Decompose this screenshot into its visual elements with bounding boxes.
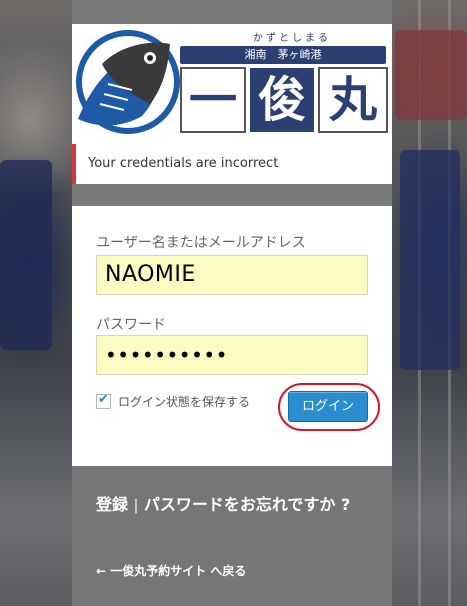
login-form: ユーザー名またはメールアドレス NAOMIE パスワード •••••••••• … [72,206,392,466]
register-link[interactable]: 登録 [96,495,128,514]
password-label: パスワード [96,317,166,333]
logo-char-2: 俊 [257,72,306,128]
background-flag [395,30,467,120]
remember-label: ログイン状態を保存する [118,395,251,409]
background-flag [0,160,52,350]
username-input[interactable]: NAOMIE [96,255,368,295]
login-button[interactable]: ログイン [288,391,368,422]
back-to-site-link[interactable]: ← 一俊丸予約サイト へ戻る [96,562,246,579]
site-logo[interactable]: かずとしまる 湘南 茅ヶ崎港 一 俊 丸 [72,24,392,144]
top-bar [72,0,392,24]
footer-nav: 登録 | パスワードをお忘れですか ? ← 一俊丸予約サイト へ戻る [72,466,392,606]
lost-password-link[interactable]: パスワードをお忘れですか ? [144,495,350,514]
footer-links: 登録 | パスワードをお忘れですか ? [96,492,372,519]
username-label: ユーザー名またはメールアドレス [96,235,306,251]
logo-subtitle: 湘南 茅ヶ崎港 [244,48,322,61]
error-notice: Your credentials are incorrect [72,144,392,184]
remember-checkbox[interactable] [96,392,111,409]
logo-char-3: 丸 [328,72,377,128]
separator-bar [72,184,392,206]
error-message: Your credentials are incorrect [88,156,279,171]
remember-me[interactable]: ログイン状態を保存する [96,392,251,410]
background-flag [400,150,460,370]
password-input[interactable]: •••••••••• [96,335,368,375]
link-separator: | [133,498,139,514]
logo-char-1: 一 [188,72,237,128]
login-panel: かずとしまる 湘南 茅ヶ崎港 一 俊 丸 Your credentials ar… [72,0,392,606]
logo-reading: かずとしまる [253,33,331,44]
